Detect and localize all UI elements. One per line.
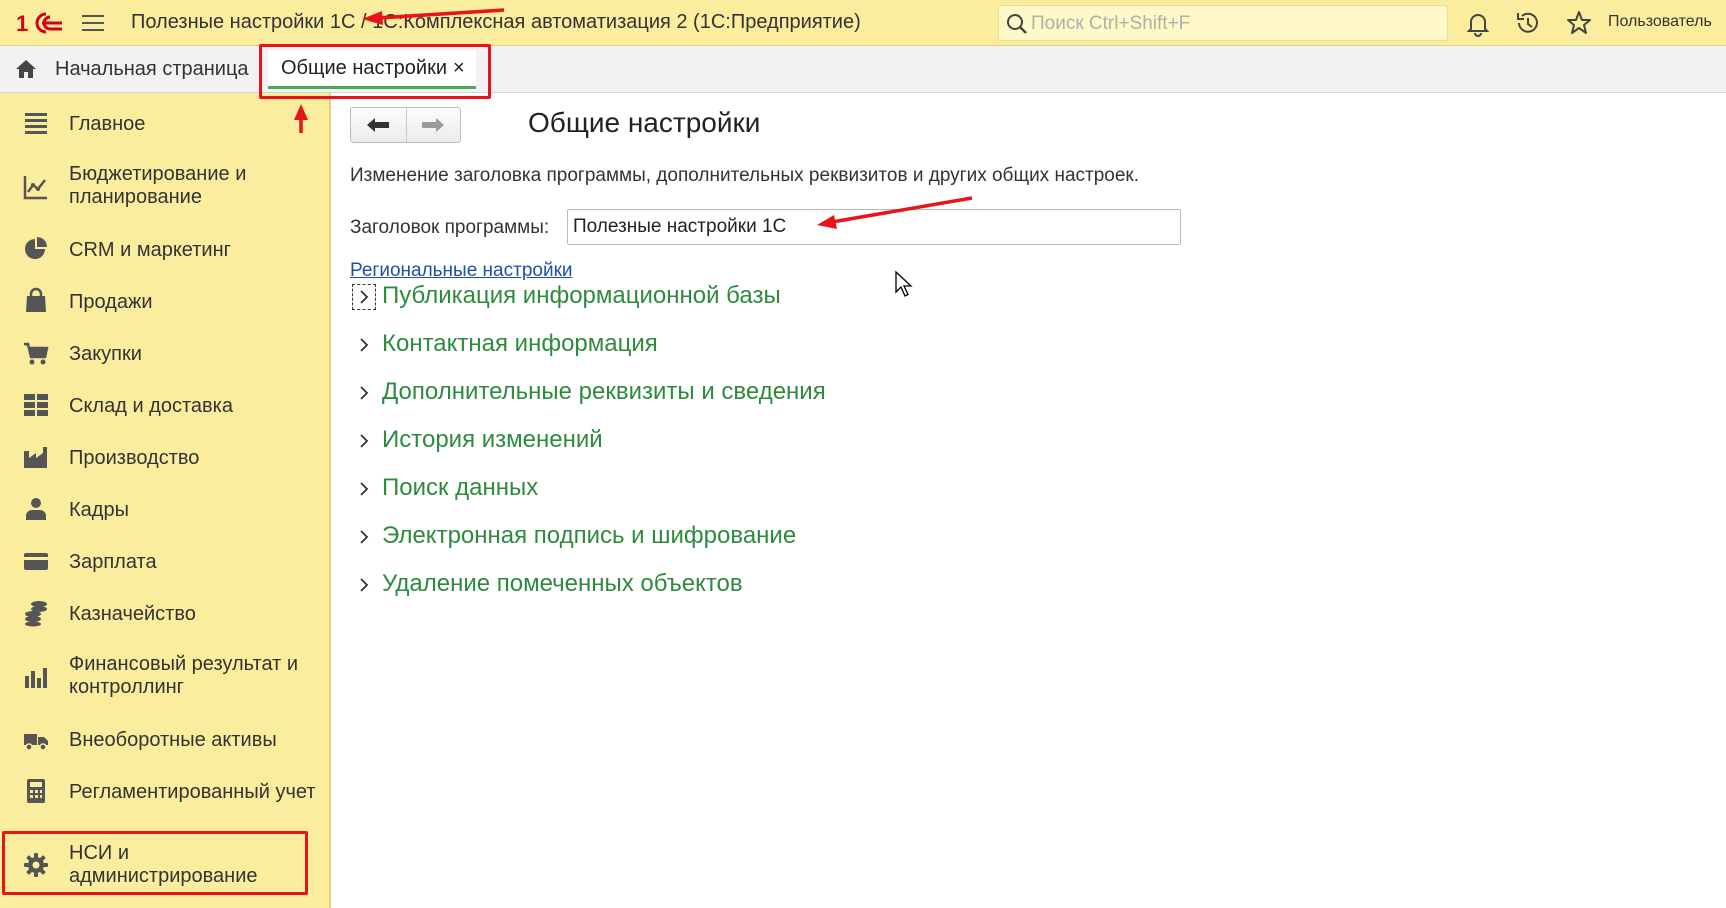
1c-logo[interactable]: 1 — [16, 10, 64, 36]
program-title-label: Заголовок программы: — [350, 217, 550, 238]
forward-button[interactable] — [405, 108, 461, 142]
sidebar-item-label: Бюджетирование и планирование — [69, 163, 247, 208]
program-title-input[interactable] — [567, 209, 1181, 245]
coins-icon — [25, 601, 47, 627]
chevron-right-icon — [352, 332, 376, 358]
sidebar-item-regulated-accounting[interactable]: Регламентированный учет — [0, 767, 329, 815]
sidebar-item-crm[interactable]: CRM и маркетинг — [0, 225, 329, 273]
group-label: Дополнительные реквизиты и сведения — [382, 378, 826, 405]
chevron-right-icon — [352, 428, 376, 454]
content-area: Общие настройки Изменение заголовка прог… — [333, 93, 1726, 908]
sidebar-item-budgeting[interactable]: Бюджетирование и планирование — [0, 151, 329, 221]
app-title: Полезные настройки 1С / 1С:Комплексная а… — [131, 11, 861, 33]
arrow-left-icon — [367, 118, 390, 132]
home-icon — [16, 60, 36, 78]
sidebar-item-label: Склад и доставка — [69, 395, 233, 417]
chevron-right-icon — [352, 476, 376, 502]
sidebar-item-production[interactable]: Производство — [0, 433, 329, 481]
sidebar: Главное Бюджетирование и планирование CR… — [0, 93, 331, 908]
bar-chart-icon — [25, 668, 47, 688]
sidebar-item-label: Регламентированный учет — [69, 781, 316, 803]
chevron-right-icon — [352, 284, 376, 310]
star-icon[interactable] — [1565, 9, 1593, 37]
mouse-cursor-icon — [895, 270, 913, 297]
tab-general-settings[interactable]: Общие настройки × — [268, 51, 476, 89]
sidebar-item-treasury[interactable]: Казначейство — [0, 589, 329, 637]
gear-icon — [24, 853, 48, 877]
truck-icon — [24, 734, 48, 751]
app-window: 1 Полезные настройки 1С / 1С:Комплексная… — [0, 0, 1726, 908]
page-title: Общие настройки — [528, 107, 761, 138]
sidebar-item-sales[interactable]: Продажи — [0, 277, 329, 325]
sidebar-item-purchases[interactable]: Закупки — [0, 329, 329, 377]
sidebar-item-label: Продажи — [69, 291, 153, 313]
sidebar-item-warehouse[interactable]: Склад и доставка — [0, 381, 329, 429]
bag-icon — [26, 287, 46, 312]
group-label: Электронная подпись и шифрование — [382, 522, 797, 549]
sidebar-item-label: Кадры — [69, 499, 129, 521]
sidebar-item-admin[interactable]: НСИ и администрирование — [0, 829, 329, 901]
sidebar-item-label: Производство — [69, 447, 200, 469]
search-input[interactable] — [1031, 12, 1431, 36]
calculator-icon — [27, 779, 45, 803]
list-icon — [25, 113, 47, 134]
person-icon — [26, 498, 46, 520]
bell-icon[interactable] — [1464, 9, 1492, 37]
factory-icon — [24, 447, 47, 468]
group-label: Удаление помеченных объектов — [382, 570, 743, 597]
sidebar-item-label: CRM и маркетинг — [69, 239, 231, 261]
group-label: Контактная информация — [382, 330, 658, 357]
sidebar-item-label: Финансовый результат и контроллинг — [69, 653, 299, 698]
back-button[interactable] — [351, 108, 406, 142]
menu-icon[interactable] — [80, 12, 106, 34]
user-label[interactable]: Пользователь — [1608, 13, 1712, 31]
sidebar-item-label: Главное — [69, 113, 146, 135]
chevron-right-icon — [352, 572, 376, 598]
navigation-buttons — [350, 107, 461, 143]
arrow-right-icon — [422, 118, 445, 132]
sidebar-item-label: Внеоборотные активы — [69, 729, 277, 751]
title-bar: 1 Полезные настройки 1С / 1С:Комплексная… — [0, 0, 1726, 46]
search-icon — [1007, 14, 1027, 34]
tab-home-label: Начальная страница — [55, 57, 249, 80]
sidebar-item-fixed-assets[interactable]: Внеоборотные активы — [0, 715, 329, 763]
chart-icon — [23, 176, 47, 200]
page-description: Изменение заголовка программы, дополните… — [350, 165, 1140, 186]
sidebar-item-financial-result[interactable]: Финансовый результат и контроллинг — [0, 641, 329, 711]
tab-bar: Начальная страница Общие настройки × — [0, 46, 1726, 93]
group-label: Публикация информационной базы — [382, 282, 781, 309]
pie-icon — [25, 237, 47, 259]
tab-home[interactable]: Начальная страница — [0, 46, 249, 92]
group-label: История изменений — [382, 426, 603, 453]
tab-general-settings-label: Общие настройки — [281, 57, 447, 79]
sidebar-item-hr[interactable]: Кадры — [0, 485, 329, 533]
sidebar-item-salary[interactable]: Зарплата — [0, 537, 329, 585]
sidebar-item-label: НСИ и администрирование — [69, 842, 258, 887]
group-label: Поиск данных — [382, 474, 539, 501]
regional-settings-link[interactable]: Региональные настройки — [350, 260, 573, 282]
card-icon — [24, 553, 48, 570]
warehouse-icon — [24, 394, 48, 416]
sidebar-item-label: Казначейство — [69, 603, 196, 625]
chevron-right-icon — [352, 380, 376, 406]
svg-text:1: 1 — [16, 11, 28, 36]
sidebar-item-main[interactable]: Главное — [0, 99, 329, 147]
chevron-right-icon — [352, 524, 376, 550]
cart-icon — [24, 342, 49, 365]
search-box[interactable] — [998, 5, 1448, 41]
sidebar-item-label: Зарплата — [69, 551, 157, 573]
history-icon[interactable] — [1514, 9, 1542, 37]
sidebar-item-label: Закупки — [69, 343, 142, 365]
close-icon[interactable]: × — [453, 57, 465, 80]
